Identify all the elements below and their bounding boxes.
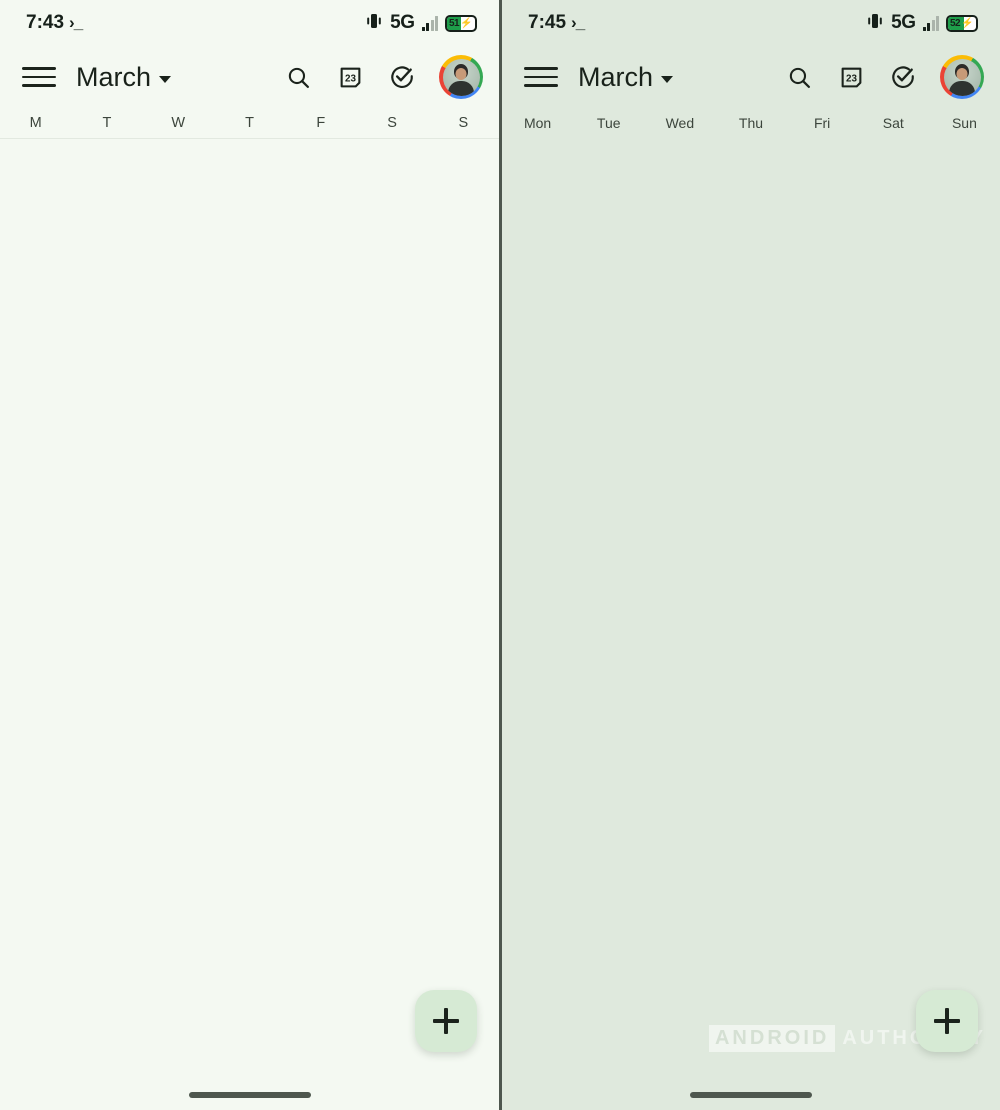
search-icon[interactable] — [283, 62, 313, 92]
weekday-label: T — [245, 115, 254, 131]
svg-text:23: 23 — [345, 73, 356, 84]
hamburger-menu-icon[interactable] — [22, 64, 56, 90]
status-bar-left: 7:45 ›_ — [528, 12, 585, 34]
weekday-label: S — [458, 115, 469, 131]
battery-icon: 52 ⚡ — [946, 14, 978, 32]
terminal-icon: ›_ — [571, 13, 585, 32]
app-toolbar: March 23 — [0, 46, 499, 108]
weekday-header-row: M T W T F S S — [0, 108, 499, 138]
status-bar: 7:45 ›_ 5G 52 ⚡ — [502, 0, 1000, 46]
create-event-fab[interactable] — [415, 990, 477, 1052]
weekday-label: Thu — [738, 115, 764, 131]
calendar-screen-compact: 7:43 ›_ 5G 51 ⚡ March 23 M T W T F S S — [0, 0, 499, 1110]
home-indicator[interactable] — [690, 1092, 812, 1098]
weekday-label: F — [316, 115, 326, 131]
calendar-today-icon[interactable]: 23 — [335, 62, 365, 92]
app-toolbar: March 23 — [502, 46, 1000, 108]
network-type-label: 5G — [891, 12, 916, 33]
charging-bolt-icon: ⚡ — [961, 17, 974, 29]
weekday-label: M — [29, 115, 42, 131]
status-time: 7:43 — [26, 12, 65, 33]
hamburger-menu-icon[interactable] — [524, 64, 558, 90]
signal-strength-icon — [421, 15, 438, 31]
month-selector[interactable]: March — [578, 61, 674, 93]
charging-bolt-icon: ⚡ — [460, 17, 473, 29]
plus-icon — [433, 1008, 459, 1034]
chevron-down-icon — [661, 75, 674, 83]
calendar-screen-spacious: 7:45 ›_ 5G 52 ⚡ March 23 Mon Tue Wed Thu… — [502, 0, 1000, 1110]
status-bar-right: 5G 51 ⚡ — [365, 12, 477, 34]
weekday-label: Wed — [665, 115, 695, 131]
toolbar-actions: 23 — [784, 55, 984, 99]
battery-level: 51 — [449, 17, 460, 29]
status-bar-right: 5G 52 ⚡ — [866, 12, 978, 34]
weekday-label: Mon — [523, 115, 552, 131]
weekday-label: Tue — [596, 115, 621, 131]
weekday-label: W — [171, 115, 186, 131]
avatar[interactable] — [439, 55, 483, 99]
calendar-today-icon[interactable]: 23 — [836, 62, 866, 92]
terminal-icon: ›_ — [69, 13, 83, 32]
weekday-label: T — [102, 115, 112, 131]
watermark-part1: ANDROID — [708, 1025, 836, 1052]
month-selector[interactable]: March — [76, 61, 172, 93]
chevron-down-icon — [159, 75, 172, 83]
search-icon[interactable] — [784, 62, 814, 92]
weekday-label: S — [387, 115, 397, 131]
check-circle-icon[interactable] — [387, 62, 417, 92]
weekday-label: Sun — [951, 115, 977, 131]
plus-icon — [934, 1008, 960, 1034]
vibrate-icon — [365, 12, 383, 34]
status-bar-left: 7:43 ›_ — [26, 12, 83, 34]
vibrate-icon — [866, 12, 884, 34]
create-event-fab[interactable] — [916, 990, 978, 1052]
avatar[interactable] — [940, 55, 984, 99]
page-title: March — [76, 61, 152, 92]
signal-strength-icon — [922, 15, 939, 31]
battery-level: 52 — [950, 17, 961, 29]
status-time: 7:45 — [528, 12, 567, 33]
check-circle-icon[interactable] — [888, 62, 918, 92]
page-title: March — [578, 61, 654, 92]
weekday-label: Sat — [882, 115, 904, 131]
status-bar: 7:43 ›_ 5G 51 ⚡ — [0, 0, 499, 46]
weekday-label: Fri — [813, 115, 831, 131]
toolbar-actions: 23 — [283, 55, 483, 99]
month-grid — [0, 138, 499, 139]
svg-text:23: 23 — [846, 73, 857, 84]
battery-icon: 51 ⚡ — [445, 14, 477, 32]
home-indicator[interactable] — [188, 1092, 311, 1098]
network-type-label: 5G — [390, 12, 415, 33]
weekday-header-row: Mon Tue Wed Thu Fri Sat Sun — [502, 108, 1000, 138]
